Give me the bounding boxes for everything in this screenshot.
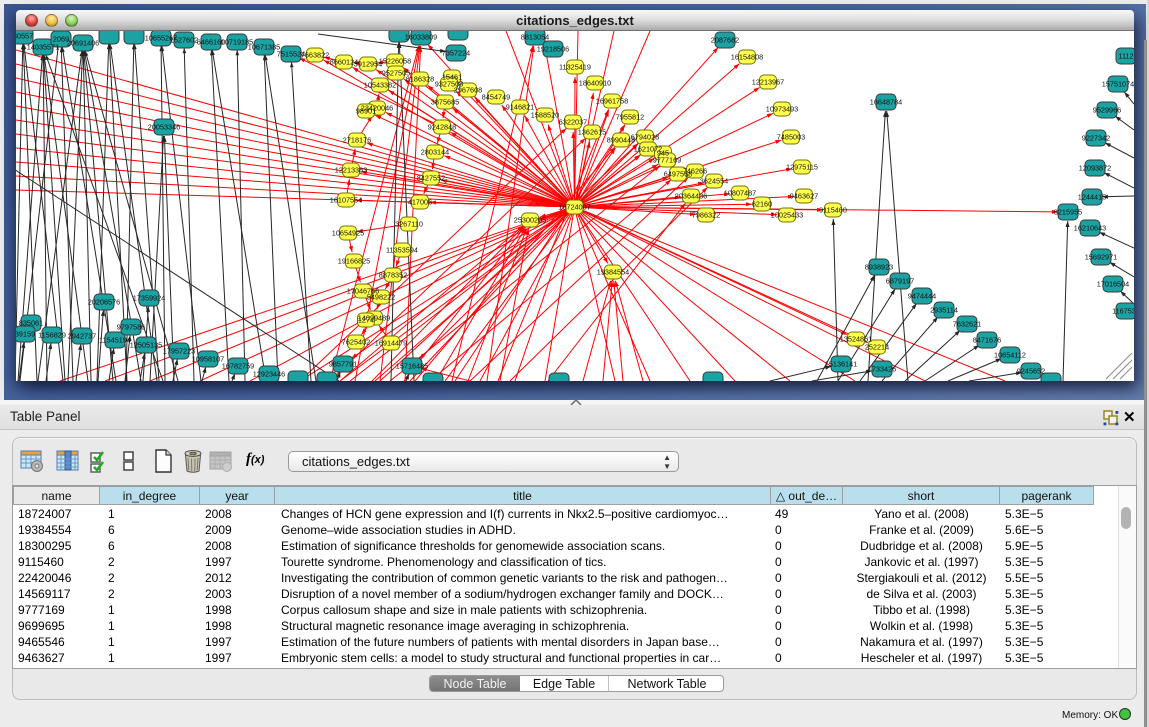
svg-text:2803144: 2803144: [421, 148, 449, 157]
svg-text:1112: 1112: [1118, 52, 1133, 61]
svg-text:7357224: 7357224: [442, 49, 470, 58]
svg-text:1733426: 1733426: [868, 365, 896, 374]
svg-text:9242848: 9242848: [428, 123, 456, 132]
svg-text:17359924: 17359924: [133, 294, 165, 303]
svg-text:417006: 417006: [408, 198, 432, 207]
svg-text:15226058: 15226058: [379, 57, 411, 66]
svg-text:2087682: 2087682: [711, 36, 739, 45]
svg-text:11545194: 11545194: [99, 336, 131, 345]
svg-text:16914479: 16914479: [375, 339, 407, 348]
svg-text:20053346: 20053346: [148, 123, 180, 132]
svg-text:9857791: 9857791: [329, 360, 357, 369]
svg-text:1244415: 1244415: [1078, 193, 1106, 202]
svg-text:10671385: 10671385: [248, 43, 280, 52]
svg-text:10807487: 10807487: [724, 189, 756, 198]
svg-text:1156829: 1156829: [38, 331, 66, 340]
svg-text:7632621: 7632621: [953, 320, 981, 329]
svg-text:19218506: 19218506: [537, 45, 569, 54]
svg-text:1527602: 1527602: [170, 36, 198, 45]
svg-text:7986322: 7986322: [692, 211, 720, 220]
svg-text:9115460: 9115460: [819, 206, 847, 215]
svg-text:3624554: 3624554: [700, 177, 728, 186]
svg-text:9245652: 9245652: [1017, 367, 1045, 376]
svg-text:8427552: 8427552: [417, 174, 445, 183]
svg-text:9529966: 9529966: [1093, 106, 1121, 115]
svg-text:15716485: 15716485: [396, 362, 428, 371]
svg-text:10654112: 10654112: [994, 351, 1026, 360]
svg-text:14035571: 14035571: [27, 43, 59, 52]
svg-text:8813054: 8813054: [521, 33, 549, 42]
svg-text:19384554: 19384554: [597, 268, 629, 277]
svg-text:10543382: 10543382: [364, 81, 396, 90]
svg-text:12923446: 12923446: [253, 370, 285, 379]
svg-text:12213967: 12213967: [752, 78, 784, 87]
svg-text:6497568: 6497568: [664, 170, 692, 179]
svg-text:39159: 39159: [16, 330, 35, 339]
svg-text:8454749: 8454749: [482, 93, 510, 102]
svg-text:20206576: 20206576: [88, 298, 120, 307]
svg-text:2718176: 2718176: [343, 136, 371, 145]
svg-text:8471676: 8471676: [973, 336, 1001, 345]
svg-text:25300205: 25300205: [514, 216, 546, 225]
svg-text:20364436: 20364436: [675, 192, 707, 201]
svg-text:30557: 30557: [16, 32, 33, 41]
svg-text:1274: 1274: [358, 316, 374, 325]
svg-text:7485003: 7485003: [777, 133, 805, 142]
svg-text:6794028: 6794028: [631, 133, 659, 142]
svg-text:10958107: 10958107: [192, 355, 224, 364]
svg-text:1588520: 1588520: [531, 111, 559, 120]
svg-text:12505135: 12505135: [130, 341, 162, 350]
svg-text:5498222: 5498222: [367, 293, 395, 302]
svg-text:2967608: 2967608: [454, 86, 482, 95]
svg-text:3267110: 3267110: [395, 220, 423, 229]
svg-text:16782759: 16782759: [222, 362, 254, 371]
svg-text:6322037: 6322037: [559, 118, 587, 127]
svg-text:16154808: 16154808: [731, 53, 763, 62]
svg-text:15692971: 15692971: [1085, 253, 1117, 262]
svg-text:8215955: 8215955: [1054, 208, 1082, 217]
svg-text:17016504: 17016504: [1097, 280, 1129, 289]
svg-text:252214: 252214: [865, 343, 889, 352]
svg-text:8878352: 8878352: [379, 271, 407, 280]
svg-text:98901: 98901: [356, 107, 376, 116]
svg-text:8938923: 8938923: [865, 263, 893, 272]
svg-text:9797586: 9797586: [117, 323, 145, 332]
svg-text:7955812: 7955812: [616, 113, 644, 122]
svg-text:9463627: 9463627: [790, 192, 818, 201]
svg-text:835061: 835061: [19, 319, 43, 328]
svg-text:16210643: 16210643: [1074, 224, 1106, 233]
svg-text:1167533: 1167533: [1112, 307, 1134, 316]
svg-text:7625402: 7625402: [342, 338, 370, 347]
svg-text:7663822: 7663822: [301, 51, 329, 60]
svg-text:15136141: 15136141: [825, 360, 857, 369]
svg-text:15751074: 15751074: [1102, 80, 1134, 89]
svg-text:12213383: 12213383: [335, 166, 367, 175]
svg-text:16961758: 16961758: [596, 97, 628, 106]
svg-text:19166825: 19166825: [338, 257, 370, 266]
svg-text:11353594: 11353594: [386, 246, 418, 255]
svg-text:11325419: 11325419: [559, 63, 591, 72]
svg-text:16033809: 16033809: [405, 33, 437, 42]
svg-text:12975115: 12975115: [786, 163, 818, 172]
svg-text:9227342: 9227342: [1082, 134, 1110, 143]
svg-text:2942737: 2942737: [68, 332, 96, 341]
svg-text:16648784: 16648784: [870, 98, 902, 107]
svg-text:10973493: 10973493: [766, 105, 798, 114]
svg-text:16107554: 16107554: [330, 196, 362, 205]
svg-text:18724007: 18724007: [558, 203, 590, 212]
svg-text:12093872: 12093872: [1079, 164, 1111, 173]
svg-text:10654925: 10654925: [332, 229, 364, 238]
svg-text:9474444: 9474444: [908, 292, 936, 301]
svg-text:3875685: 3875685: [431, 98, 459, 107]
svg-text:10025433: 10025433: [771, 211, 803, 220]
svg-text:1362615: 1362615: [578, 128, 606, 137]
svg-text:62160: 62160: [752, 200, 772, 209]
svg-text:18640910: 18640910: [579, 79, 611, 88]
svg-text:9777169: 9777169: [653, 156, 681, 165]
svg-text:20691406: 20691406: [67, 39, 99, 48]
svg-text:2935114: 2935114: [930, 306, 958, 315]
svg-text:8186328: 8186328: [406, 75, 434, 84]
svg-text:17957223: 17957223: [163, 347, 195, 356]
svg-text:6879197: 6879197: [886, 277, 914, 286]
